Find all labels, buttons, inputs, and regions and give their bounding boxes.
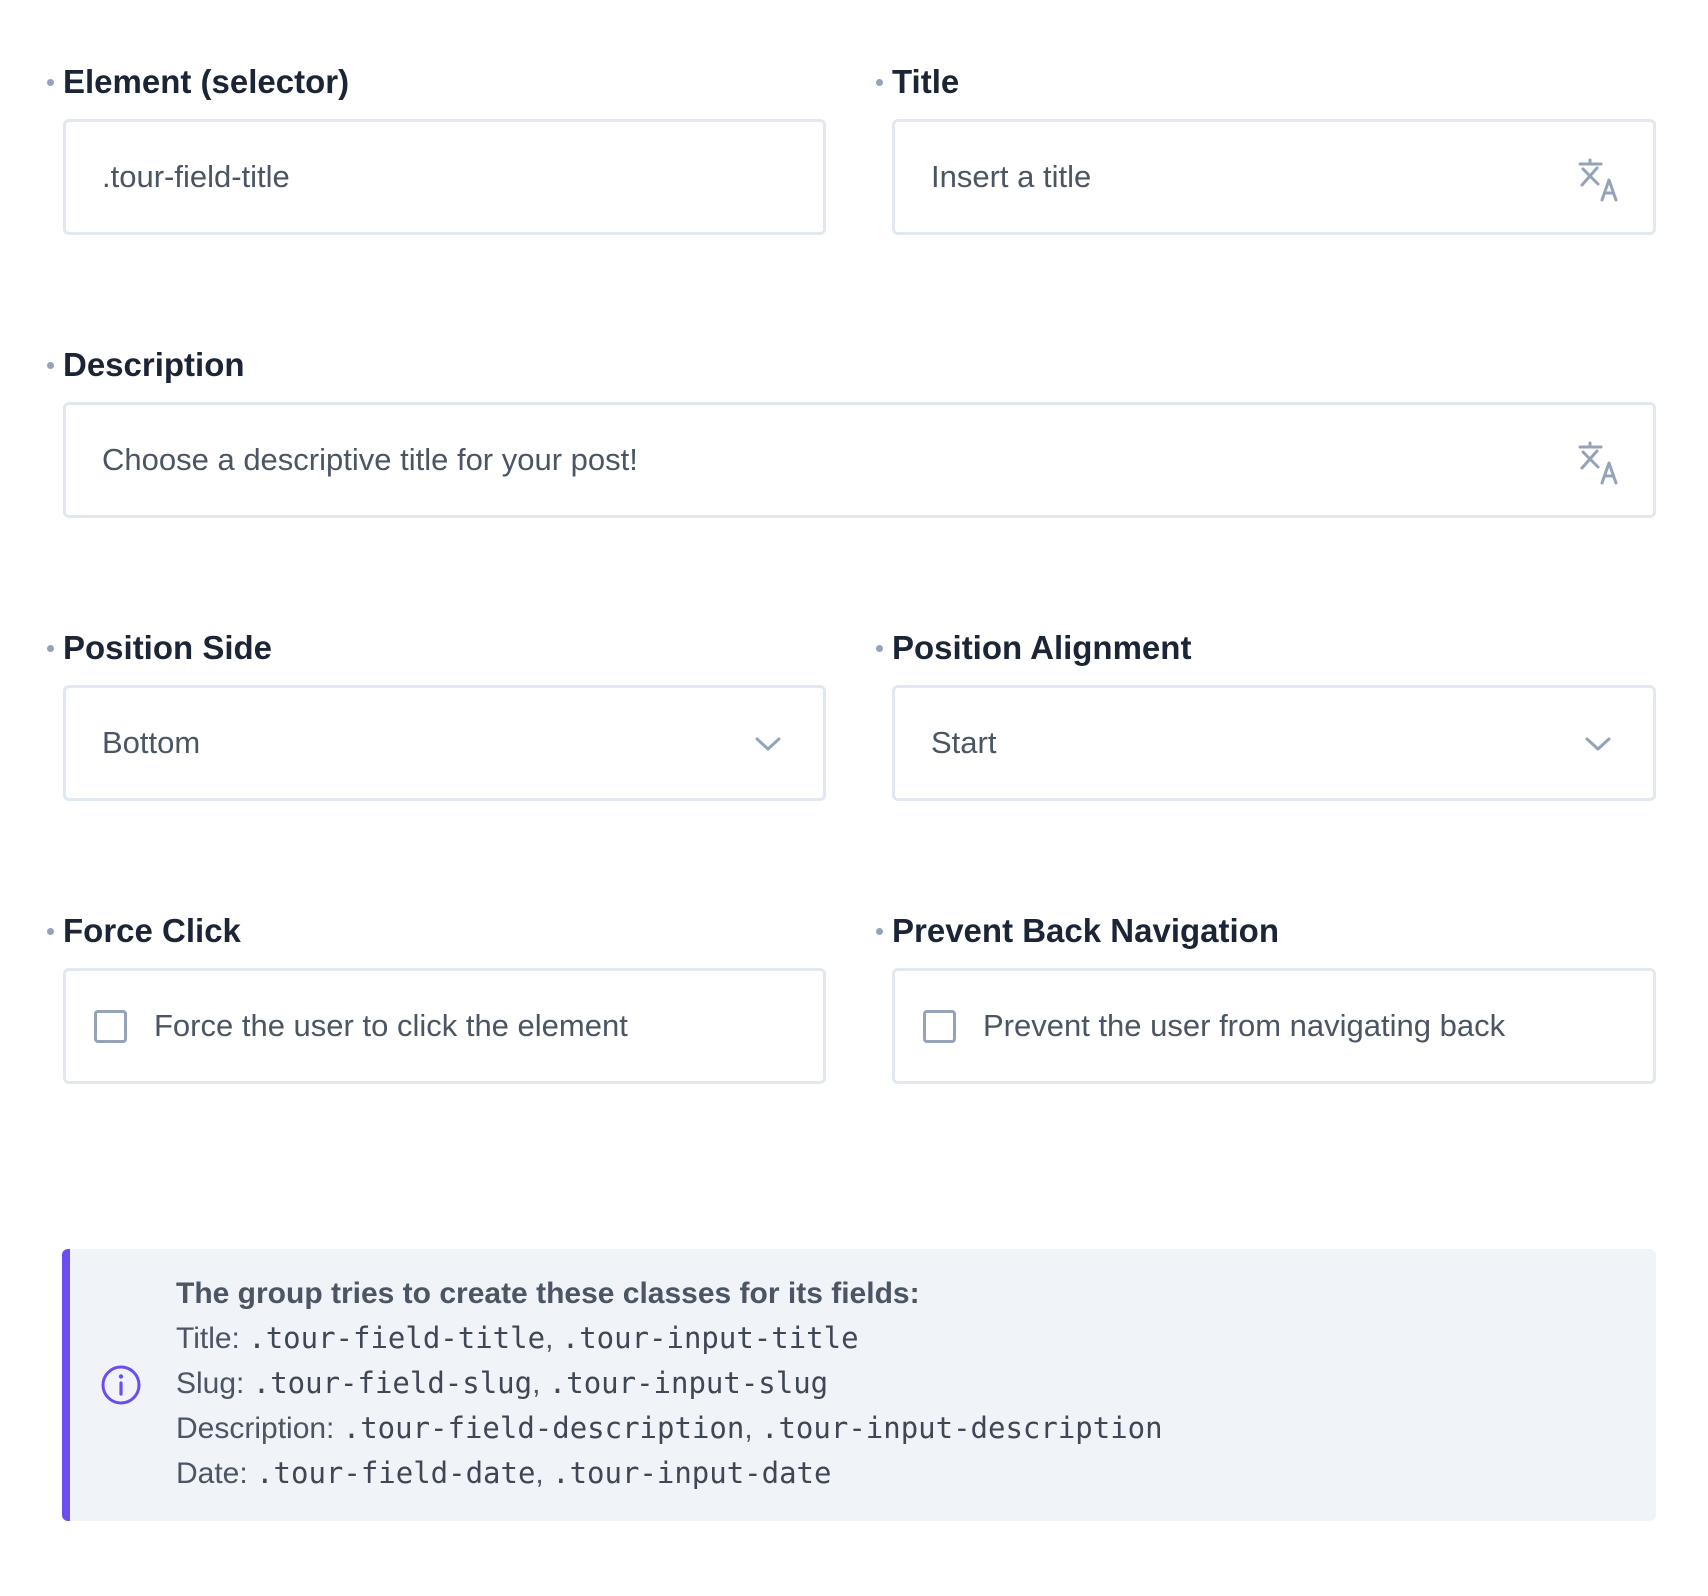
title-placeholder: Insert a title [931,159,1092,194]
field-class-code: .tour-field-date [256,1456,536,1490]
required-dot [47,928,54,935]
info-row-date: Date: .tour-field-date, .tour-input-date [176,1451,1163,1496]
description-placeholder: Choose a descriptive title for your post… [102,442,638,477]
chevron-down-icon [1585,737,1611,751]
force-click-checkbox-label[interactable]: Force the user to click the element [154,1008,628,1044]
info-heading: The group tries to create these classes … [176,1277,920,1310]
info-text: The group tries to create these classes … [176,1271,1163,1496]
info-row-separator: , [535,1457,544,1490]
title-field: Title Insert a title [876,62,1656,240]
position-side-field: Position Side Bottom [47,628,826,806]
position-alignment-select[interactable]: Start [892,685,1656,801]
required-dot [47,362,54,369]
description-field: Description Choose a descriptive title f… [47,345,1656,523]
description-input[interactable]: Choose a descriptive title for your post… [63,402,1656,518]
required-dot [876,645,883,652]
field-class-code: .tour-field-slug [252,1366,533,1400]
prevent-back-navigation-checkbox-label[interactable]: Prevent the user from navigating back [983,1008,1505,1044]
position-alignment-field: Position Alignment Start [876,628,1656,806]
title-input[interactable]: Insert a title [892,119,1656,235]
required-dot [47,79,54,86]
field-class-code: .tour-field-description [342,1411,745,1445]
info-callout: The group tries to create these classes … [62,1249,1656,1521]
required-dot [876,928,883,935]
element-selector-label: Element (selector) [63,63,350,100]
position-side-selected: Bottom [102,725,201,760]
chevron-down-icon [755,737,781,751]
info-row-separator: , [532,1367,541,1400]
prevent-back-navigation-label: Prevent Back Navigation [892,912,1279,949]
force-click-box: Force the user to click the element [63,968,826,1084]
input-class-code: .tour-input-date [552,1456,832,1490]
input-class-code: .tour-input-title [561,1321,859,1355]
info-row-description: Description: .tour-field-description, .t… [176,1406,1163,1451]
prevent-back-navigation-field: Prevent Back Navigation Prevent the user… [876,911,1656,1089]
position-side-label: Position Side [63,629,273,666]
info-row-prefix: Slug: [176,1367,245,1400]
info-row-prefix: Title: [176,1322,240,1355]
position-side-select[interactable]: Bottom [63,685,826,801]
info-row-prefix: Date: [176,1457,248,1490]
info-row-prefix: Description: [176,1412,335,1445]
force-click-checkbox[interactable] [94,1010,127,1043]
info-row-separator: , [545,1322,554,1355]
position-alignment-selected: Start [931,725,997,760]
element-selector-input[interactable]: .tour-field-title [63,119,826,235]
position-alignment-label: Position Alignment [892,629,1192,666]
force-click-field: Force Click Force the user to click the … [47,911,826,1089]
field-class-code: .tour-field-title [248,1321,546,1355]
info-circle-icon [101,1365,141,1405]
translate-icon[interactable] [1577,441,1621,485]
element-selector-value: .tour-field-title [102,159,290,194]
title-label: Title [892,63,960,100]
element-selector-field: Element (selector) .tour-field-title [47,62,826,240]
input-class-code: .tour-input-slug [548,1366,829,1400]
info-row-title: Title: .tour-field-title, .tour-input-ti… [176,1316,1163,1361]
prevent-back-navigation-box: Prevent the user from navigating back [892,968,1656,1084]
description-label: Description [63,346,245,383]
required-dot [876,79,883,86]
required-dot [47,645,54,652]
force-click-label: Force Click [63,912,241,949]
translate-icon[interactable] [1577,158,1621,202]
info-row-separator: , [744,1412,753,1445]
prevent-back-navigation-checkbox[interactable] [923,1010,956,1043]
info-row-slug: Slug: .tour-field-slug, .tour-input-slug [176,1361,1163,1406]
input-class-code: .tour-input-description [761,1411,1163,1445]
